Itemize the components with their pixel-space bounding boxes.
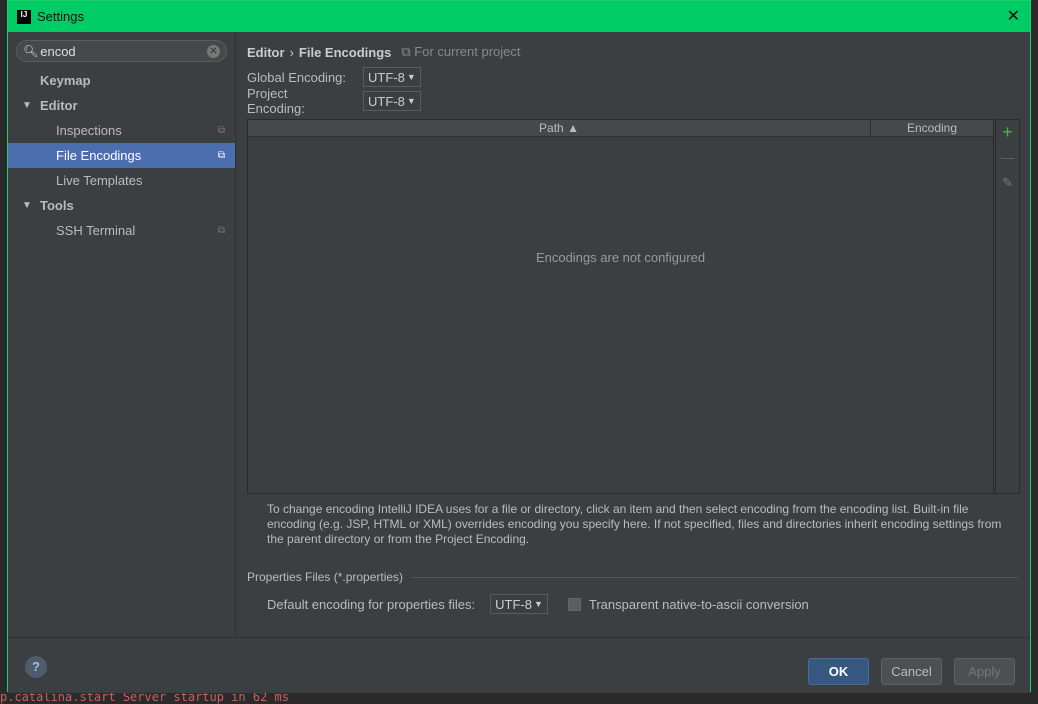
project-scope-icon: ⧉ <box>217 125 225 136</box>
dropdown-value: UTF-8 <box>368 93 405 109</box>
ok-button[interactable]: OK <box>808 658 869 685</box>
sidebar-item-label: Editor <box>40 98 78 113</box>
sidebar-item-label: SSH Terminal <box>56 223 136 238</box>
add-icon[interactable]: + <box>996 120 1019 145</box>
scope-label: For current project <box>414 44 521 59</box>
breadcrumb-parent: Editor <box>247 44 285 60</box>
sidebar-item-live-templates[interactable]: Live Templates <box>8 168 235 193</box>
project-scope-icon: ⧉ <box>217 225 225 236</box>
cancel-button[interactable]: Cancel <box>881 658 942 685</box>
dropdown-value: UTF-8 <box>495 596 532 612</box>
chevron-down-icon: ▼ <box>533 599 543 609</box>
native-to-ascii-label[interactable]: Transparent native-to-ascii conversion <box>589 597 809 612</box>
search-icon: 🔍︎ <box>23 44 39 58</box>
sidebar-item-tools[interactable]: ▼ Tools <box>8 193 235 218</box>
global-encoding-label: Global Encoding: <box>247 69 347 85</box>
expand-arrow-icon[interactable]: ▼ <box>22 200 34 211</box>
project-scope-icon: ⧉ <box>401 44 415 59</box>
properties-encoding-label: Default encoding for properties files: <box>267 596 476 612</box>
window-title: Settings <box>37 9 84 24</box>
breadcrumb-current: File Encodings <box>298 44 392 60</box>
clear-search-icon[interactable]: ✕ <box>207 44 220 58</box>
project-encoding-label: Project Encoding: <box>247 86 305 116</box>
project-encoding-dropdown[interactable]: UTF-8 ▼ <box>363 91 421 111</box>
settings-dialog: IJ Settings ✕ 🔍︎ encod ✕ Keymap ▼ Editor … <box>7 0 1031 693</box>
sidebar-item-label: File Encodings <box>56 148 142 163</box>
empty-table-message: Encodings are not configured <box>535 250 706 265</box>
description-text: To change encoding IntelliJ IDEA uses fo… <box>267 502 1002 546</box>
sidebar-item-keymap[interactable]: Keymap <box>8 68 235 93</box>
expand-arrow-icon[interactable]: ▼ <box>22 100 34 111</box>
encodings-table[interactable]: Path ▲ Encoding Encodings are not config… <box>247 119 994 494</box>
close-icon[interactable]: ✕ <box>1007 6 1020 26</box>
native-to-ascii-checkbox[interactable] <box>567 597 581 611</box>
dropdown-value: UTF-8 <box>368 69 405 85</box>
properties-encoding-dropdown[interactable]: UTF-8 ▼ <box>490 594 548 614</box>
sidebar-item-label: Inspections <box>56 123 122 138</box>
search-input[interactable]: 🔍︎ encod ✕ <box>16 40 227 62</box>
chevron-down-icon: ▼ <box>406 72 416 82</box>
chevron-down-icon: ▼ <box>406 96 416 106</box>
sidebar-item-label: Keymap <box>40 73 91 88</box>
sidebar-item-inspections[interactable]: Inspections ⧉ <box>8 118 235 143</box>
table-toolbar: + — ✎ <box>995 119 1020 494</box>
column-header-path[interactable]: Path ▲ <box>248 120 871 136</box>
edit-icon[interactable]: ✎ <box>996 170 1019 195</box>
project-scope-icon: ⧉ <box>217 150 225 161</box>
column-header-encoding[interactable]: Encoding <box>871 120 993 136</box>
breadcrumb-separator: › <box>289 44 294 60</box>
sidebar-item-editor[interactable]: ▼ Editor <box>8 93 235 118</box>
divider <box>411 576 1018 578</box>
help-button[interactable]: ? <box>25 656 47 678</box>
sidebar-item-label: Tools <box>40 198 74 213</box>
group-title: Properties Files (*.properties) <box>247 570 404 584</box>
apply-button[interactable]: Apply <box>954 658 1015 685</box>
sidebar-item-file-encodings[interactable]: File Encodings ⧉ <box>8 143 235 168</box>
global-encoding-dropdown[interactable]: UTF-8 ▼ <box>363 67 421 87</box>
search-value[interactable]: encod <box>40 44 75 59</box>
sidebar-item-ssh-terminal[interactable]: SSH Terminal ⧉ <box>8 218 235 243</box>
title-bar: IJ Settings ✕ <box>8 1 1030 32</box>
app-logo-icon: IJ <box>17 9 31 24</box>
settings-sidebar: 🔍︎ encod ✕ Keymap ▼ Editor Inspections ⧉ F… <box>8 32 236 637</box>
dialog-footer: ? OK Cancel Apply <box>8 637 1030 693</box>
sidebar-item-label: Live Templates <box>56 173 143 188</box>
remove-icon[interactable]: — <box>996 145 1019 170</box>
settings-content: Editor › File Encodings ⧉ For current pr… <box>247 32 1020 614</box>
breadcrumb: Editor › File Encodings ⧉ For current pr… <box>247 44 1020 60</box>
properties-group: Properties Files (*.properties) <box>247 570 1018 584</box>
